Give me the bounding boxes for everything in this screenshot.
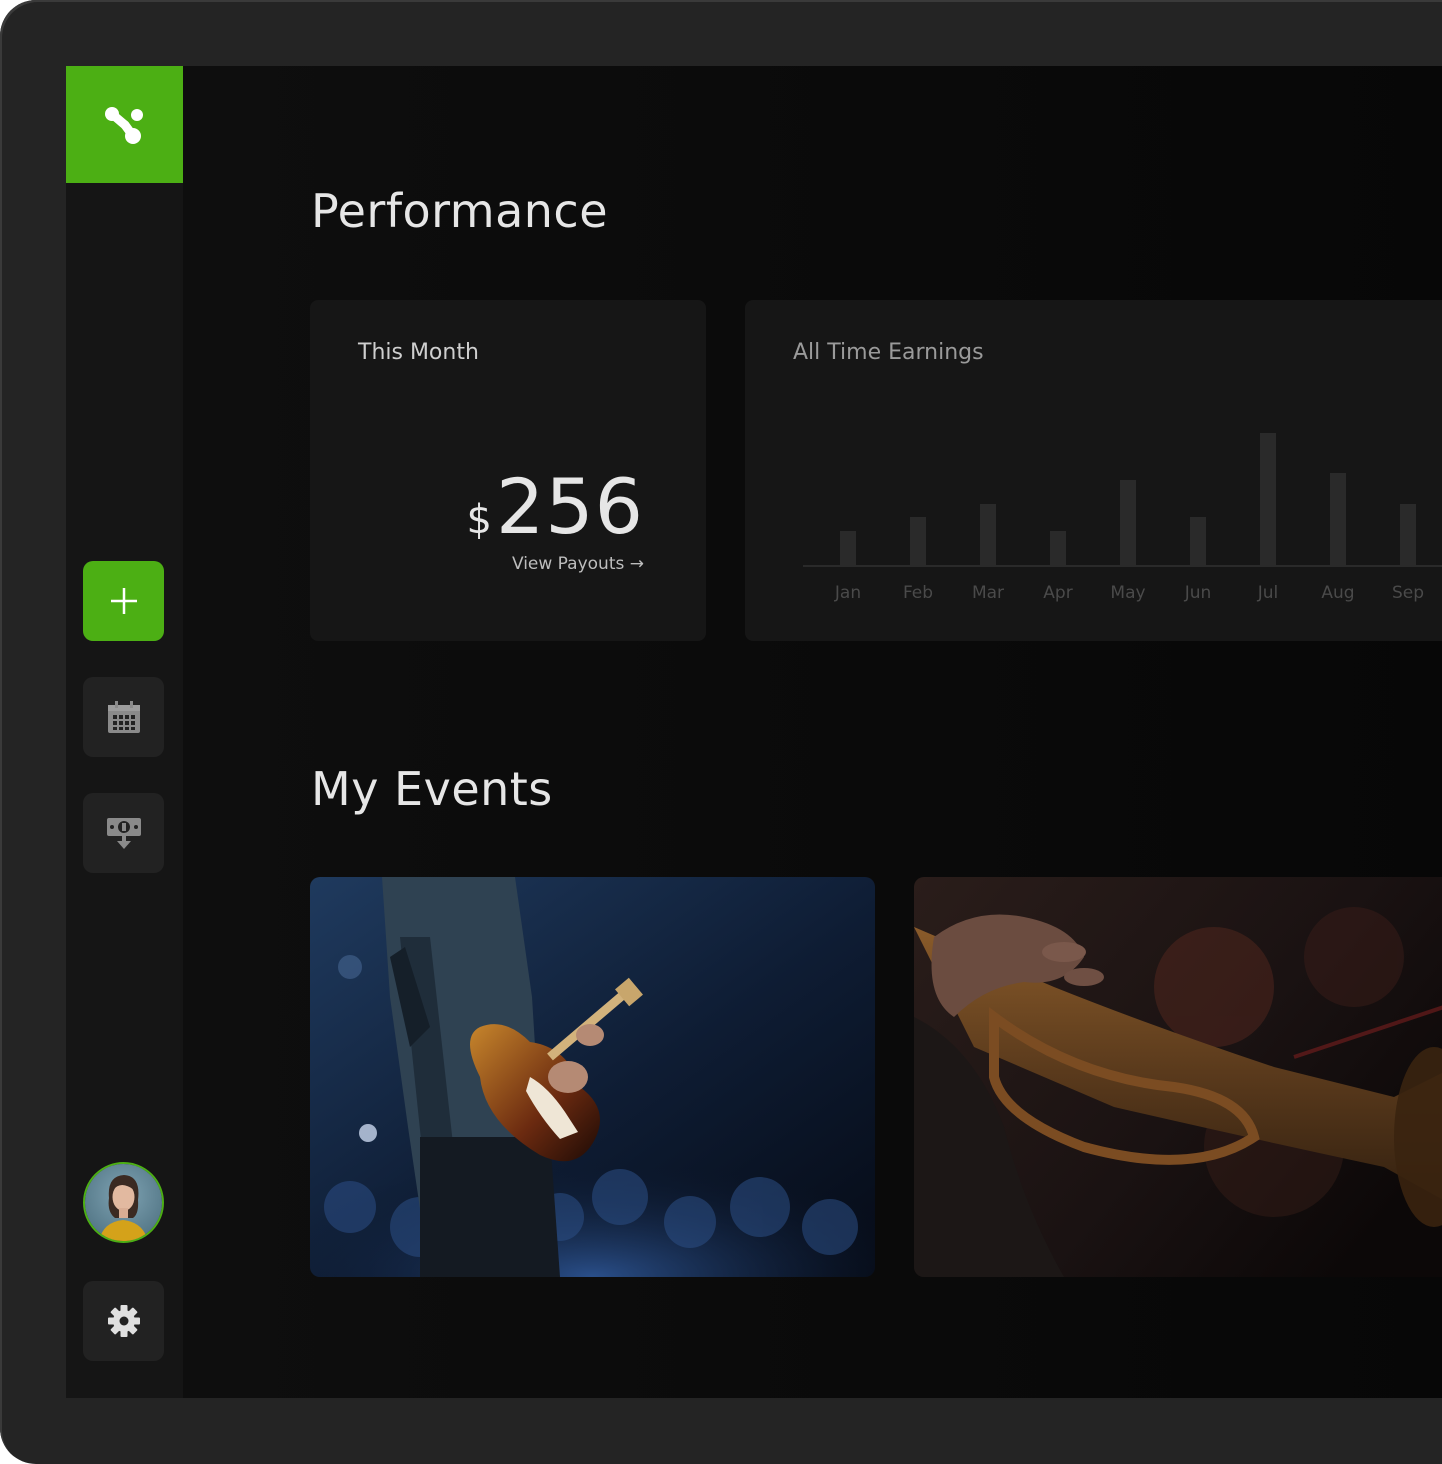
amount-value: 256 bbox=[495, 462, 644, 551]
device-frame: Performance This Month $ 256 View Payout… bbox=[0, 0, 1442, 1464]
my-events-title: My Events bbox=[311, 762, 553, 816]
chart-bar-sep[interactable] bbox=[1400, 504, 1416, 566]
performance-title: Performance bbox=[311, 184, 608, 238]
chart-bar-jun[interactable] bbox=[1190, 517, 1206, 566]
chart-bar-feb[interactable] bbox=[910, 517, 926, 566]
chart-tick-label: Aug bbox=[1321, 583, 1354, 603]
event-card-guitar[interactable] bbox=[310, 877, 875, 1277]
user-avatar-image bbox=[85, 1164, 162, 1241]
guitarist-image bbox=[310, 877, 875, 1277]
chart-tick-label: May bbox=[1110, 583, 1145, 603]
money-download-icon bbox=[106, 818, 141, 849]
chart-bar-may[interactable] bbox=[1120, 480, 1136, 566]
brand-logo-icon bbox=[104, 106, 143, 144]
brand-logo[interactable] bbox=[66, 66, 183, 183]
user-avatar[interactable] bbox=[83, 1162, 164, 1243]
chart-tick-label: Jul bbox=[1257, 583, 1279, 603]
chart-bar-jul[interactable] bbox=[1260, 433, 1276, 566]
this-month-amount: $ 256 bbox=[466, 462, 644, 551]
earnings-bar-chart: Jan Feb Mar Apr May Jun Jul Aug Sep bbox=[803, 433, 1442, 603]
calendar-button[interactable] bbox=[83, 677, 164, 757]
chart-tick-label: Feb bbox=[903, 583, 933, 603]
this-month-card: This Month $ 256 View Payouts → bbox=[310, 300, 706, 641]
payout-button[interactable] bbox=[83, 793, 164, 873]
add-button[interactable] bbox=[83, 561, 164, 641]
this-month-label: This Month bbox=[358, 340, 479, 365]
calendar-icon bbox=[107, 701, 140, 733]
chart-tick-label: Jun bbox=[1184, 583, 1212, 603]
event-card-trumpet[interactable] bbox=[914, 877, 1442, 1277]
all-time-earnings-card: All Time Earnings Jan Feb Mar Apr May Jun Jul A… bbox=[745, 300, 1442, 641]
sidebar bbox=[66, 66, 183, 1398]
chart-tick-label: Sep bbox=[1392, 583, 1424, 603]
main-content: Performance This Month $ 256 View Payout… bbox=[183, 66, 1442, 1398]
chart-tick-label: Jan bbox=[834, 583, 861, 603]
chart-tick-label: Mar bbox=[972, 583, 1004, 603]
plus-icon bbox=[110, 588, 137, 614]
view-payouts-link[interactable]: View Payouts → bbox=[512, 554, 644, 574]
app-screen: Performance This Month $ 256 View Payout… bbox=[66, 66, 1442, 1398]
chart-bar-aug[interactable] bbox=[1330, 473, 1346, 566]
trumpet-image bbox=[914, 877, 1442, 1277]
chart-bar-apr[interactable] bbox=[1050, 531, 1066, 566]
chart-bar-mar[interactable] bbox=[980, 504, 996, 566]
chart-tick-label: Apr bbox=[1043, 583, 1072, 603]
settings-button[interactable] bbox=[83, 1281, 164, 1361]
currency-symbol: $ bbox=[466, 497, 492, 543]
chart-bar-jan[interactable] bbox=[840, 531, 856, 566]
gear-icon bbox=[107, 1305, 140, 1337]
